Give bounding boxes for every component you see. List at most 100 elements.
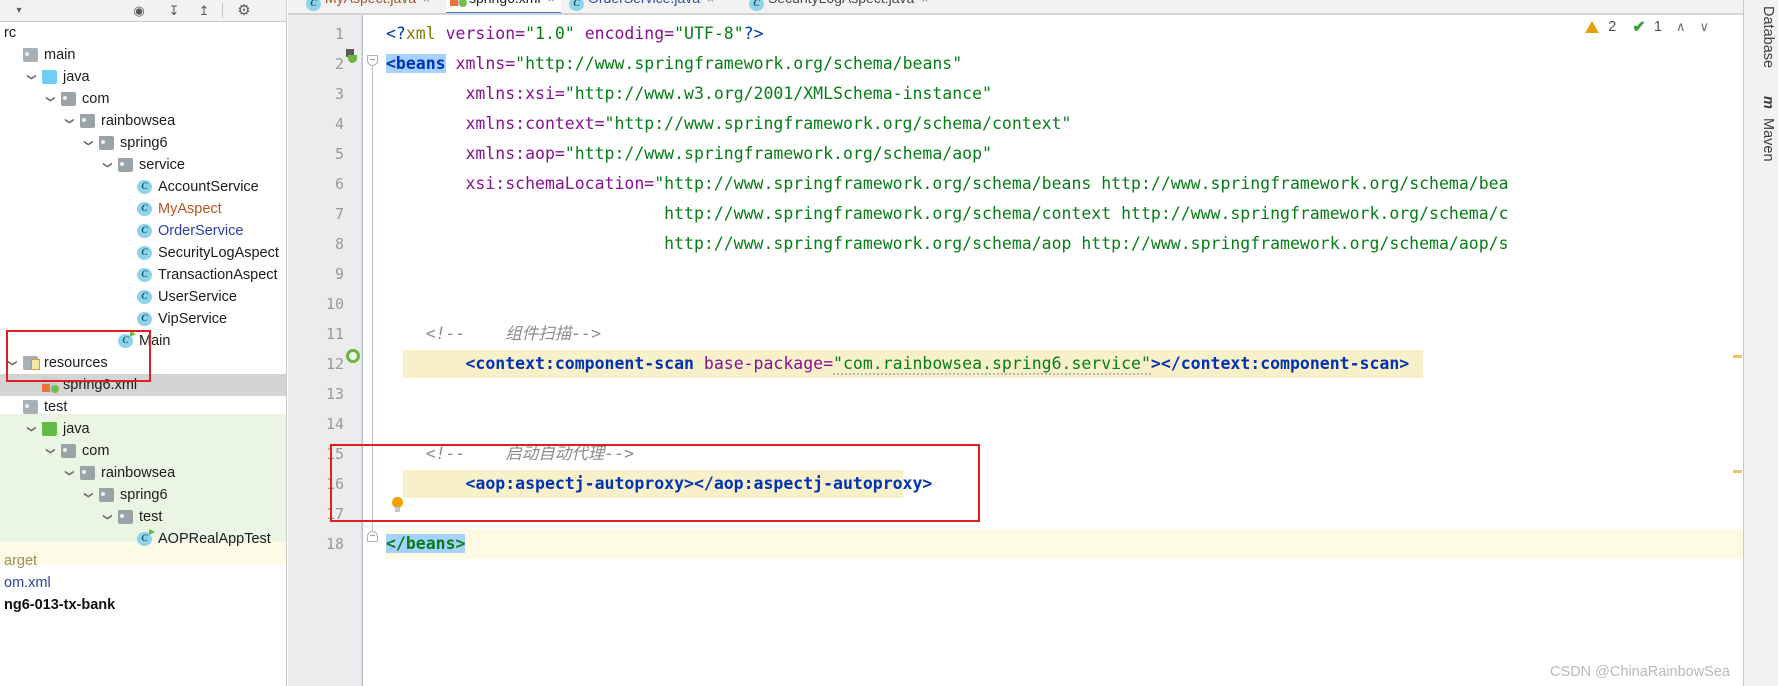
tree-row-com[interactable]: ❯ com [0,88,286,110]
chevron-down-icon[interactable]: ❯ [59,114,81,128]
tree-row-rainbowsea[interactable]: ❯ rainbowsea [0,110,286,132]
collapse-all-icon[interactable]: ◉ [130,2,148,20]
tree-row-test[interactable]: test [0,396,286,418]
spring-component-scan-gutter-icon[interactable] [346,349,360,363]
expand-icon[interactable]: ↥ [195,2,213,20]
tree-row-spring6-xml[interactable]: spring6.xml [0,374,286,396]
chevron-down-icon[interactable]: ❯ [2,356,24,370]
close-icon[interactable]: × [921,0,928,6]
tree-row-main[interactable]: main [0,44,286,66]
right-tool-window-strip[interactable]: Database m Maven [1743,0,1778,686]
tree-row-label: rainbowsea [101,465,176,481]
package-folder-icon [61,444,76,458]
chevron-down-icon[interactable]: ❯ [78,136,100,150]
tree-row-orderservice[interactable]: C OrderService [0,220,286,242]
tab-myaspect-java[interactable]: C MyAspect.java × [302,0,436,13]
tree-row-test[interactable]: ❯ test [0,506,286,528]
java-class-icon: C [306,0,321,11]
tree-row-java[interactable]: ❯ java [0,66,286,88]
stripe-tick[interactable] [1733,470,1742,473]
xml-comment: <!-- 组件扫描--> [386,324,602,343]
code-line-2[interactable]: <beans xmlns="http://www.springframework… [386,49,962,79]
editor-tab-bar[interactable]: C MyAspect.java × spring6.xml × C OrderServi… [288,0,1743,14]
tab-securitylogaspect-java[interactable]: C SecurityLogAspect.java × [745,0,934,13]
project-tool-window[interactable]: ◉ ↧ ↥ ⚙ ▾ rc main ❯ java ❯ com ❯ rainbowsea ❯ spr… [0,0,287,686]
code-line-5[interactable]: xmlns:aop="http://www.springframework.or… [386,139,992,169]
error-stripe-ticks[interactable] [1732,0,1742,686]
chevron-down-icon[interactable]: ❯ [40,92,62,106]
code-line-11[interactable]: <!-- 组件扫描--> [386,319,601,349]
chevron-down-icon[interactable]: ▾ [10,2,28,20]
tree-row-vipservice[interactable]: C VipService [0,308,286,330]
code-line-15[interactable]: <!-- 启动自动代理--> [386,439,634,469]
close-icon[interactable]: × [707,0,714,6]
locate-icon[interactable]: ↧ [165,2,183,20]
tree-row-arget[interactable]: arget [0,550,286,572]
tree-row-transactionaspect[interactable]: C TransactionAspect [0,264,286,286]
code-line-16[interactable]: <aop:aspectj-autoproxy></aop:aspectj-aut… [386,469,932,499]
close-icon[interactable]: × [423,0,430,6]
spring-bean-gutter-icon[interactable] [346,49,360,63]
tree-row-securitylogaspect[interactable]: C SecurityLogAspect [0,242,286,264]
tree-row-om-xml[interactable]: om.xml [0,572,286,594]
tab-spring6-xml[interactable]: spring6.xml × [446,0,561,13]
tree-row-spring6[interactable]: ❯ spring6 [0,132,286,154]
tree-row-rc[interactable]: rc [0,22,286,44]
chevron-down-icon[interactable]: ❯ [97,510,119,524]
project-toolbar[interactable]: ◉ ↧ ↥ ⚙ ▾ [0,0,286,22]
fold-collapse-icon-line2[interactable]: − [367,55,378,66]
code-line-8[interactable]: http://www.springframework.org/schema/ao… [386,229,1508,259]
settings-icon[interactable]: ⚙ [235,2,253,20]
tool-window-maven[interactable]: Maven [1760,118,1776,162]
chevron-down-icon[interactable]: ❯ [78,488,100,502]
code-line-12[interactable]: <context:component-scan base-package="co… [386,349,1409,379]
tab-label: MyAspect.java [325,0,416,6]
tree-row-label: AOPRealAppTest [158,531,271,547]
java-class-icon: C [137,224,152,238]
xml-attribute: base-package= [693,354,834,373]
tree-row-myaspect[interactable]: C MyAspect [0,198,286,220]
line-number: 3 [334,85,344,103]
tree-row-label: OrderService [158,223,244,239]
close-icon[interactable]: × [548,0,555,6]
tree-row-resources[interactable]: ❯ resources [0,352,286,374]
fold-strip[interactable] [362,15,386,686]
tree-row-ng6-013-tx-bank[interactable]: ng6-013-tx-bank [0,594,286,616]
code-line-3[interactable]: xmlns:xsi="http://www.w3.org/2001/XMLSch… [386,79,992,109]
project-tree-rows[interactable]: rc main ❯ java ❯ com ❯ rainbowsea ❯ spring6 ❯ servi… [0,22,286,616]
xml-attr-value: "http://www.springframework.org/schema/c… [604,114,1072,133]
chevron-down-icon[interactable]: ❯ [59,466,81,480]
tab-orderservice-java[interactable]: C OrderService.java × [565,0,720,13]
tree-row-com[interactable]: ❯ com [0,440,286,462]
code-line-18[interactable]: </beans> [386,529,466,559]
tree-row-rainbowsea[interactable]: ❯ rainbowsea [0,462,286,484]
tree-row-spring6[interactable]: ❯ spring6 [0,484,286,506]
tree-row-userservice[interactable]: C UserService [0,286,286,308]
chevron-down-icon[interactable]: ❯ [97,158,119,172]
stripe-tick[interactable] [1733,355,1742,358]
tree-row-label: UserService [158,289,237,305]
intention-bulb-icon[interactable] [391,497,404,513]
xml-closing-tag-selected: </beans> [386,534,466,553]
chevron-down-icon[interactable]: ❯ [21,70,43,84]
xml-attr-value: "UTF-8" [674,24,744,43]
tree-row-service[interactable]: ❯ service [0,154,286,176]
tree-row-label: rainbowsea [101,113,176,129]
code-line-1[interactable]: <?xml version="1.0" encoding="UTF-8"?> [386,19,764,49]
chevron-down-icon[interactable]: ❯ [21,422,43,436]
tree-row-label: arget [4,553,38,569]
line-number: 14 [325,415,344,433]
code-area[interactable]: <?xml version="1.0" encoding="UTF-8"?> <b… [386,15,1743,686]
code-line-7[interactable]: http://www.springframework.org/schema/co… [386,199,1508,229]
tree-row-java[interactable]: ❯ java [0,418,286,440]
fold-collapse-icon-line18[interactable]: − [367,531,378,542]
maven-icon: m [1760,96,1776,109]
tree-row-label: test [139,509,163,525]
tree-row-accountservice[interactable]: C AccountService [0,176,286,198]
chevron-down-icon[interactable]: ❯ [40,444,62,458]
tree-row-main[interactable]: C Main [0,330,286,352]
tool-window-database[interactable]: Database [1760,6,1776,68]
tree-row-aoprealapptest[interactable]: C AOPRealAppTest [0,528,286,550]
code-line-4[interactable]: xmlns:context="http://www.springframewor… [386,109,1071,139]
code-line-6[interactable]: xsi:schemaLocation="http://www.springfra… [386,169,1508,199]
